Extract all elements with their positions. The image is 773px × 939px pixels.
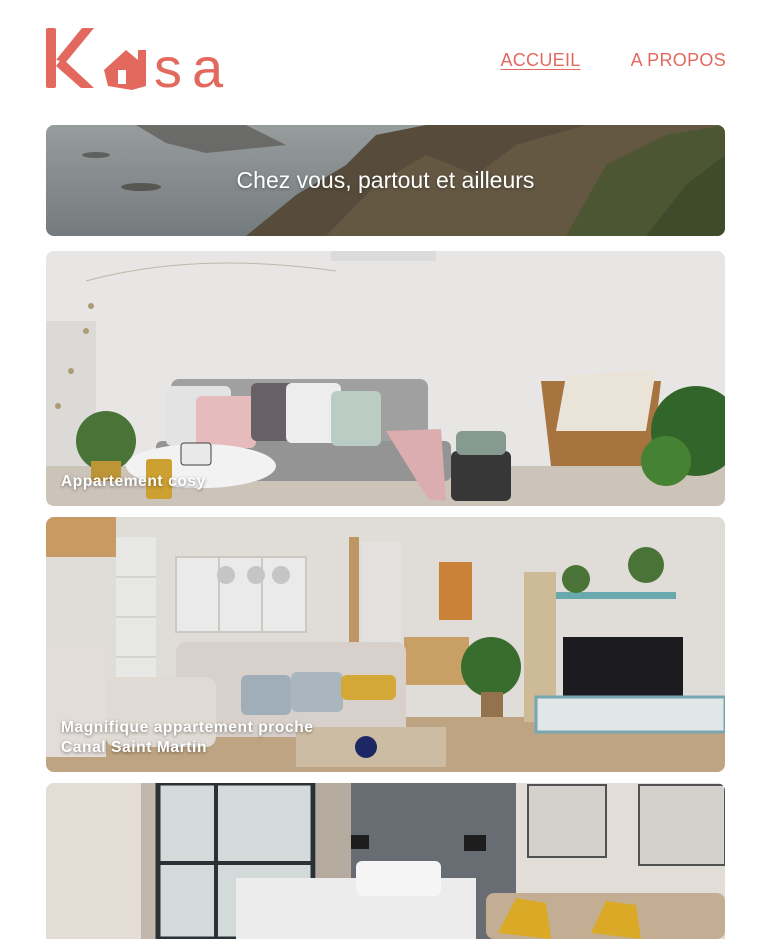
banner-title: Chez vous, partout et ailleurs (236, 167, 535, 193)
svg-text:s: s (154, 36, 182, 92)
listing-card[interactable]: Magnifique appartement proche Canal Sain… (46, 517, 725, 772)
listing-title: Appartement cosy (61, 473, 206, 490)
listing-card[interactable]: Appartement cosy (46, 251, 725, 506)
main-nav: ACCUEIL A PROPOS (500, 50, 726, 71)
bedroom-image (46, 783, 725, 939)
site-header: s a ACCUEIL A PROPOS (46, 20, 726, 100)
kasa-logo-icon: s a (46, 28, 224, 99)
listing-card[interactable] (46, 783, 725, 939)
svg-text:a: a (192, 36, 224, 92)
listing-title: Magnifique appartement proche Canal Sain… (61, 719, 314, 756)
nav-link-a-propos[interactable]: A PROPOS (631, 50, 726, 71)
nav-link-accueil[interactable]: ACCUEIL (500, 50, 580, 71)
living-room-image (46, 251, 725, 506)
hero-banner: Chez vous, partout et ailleurs (46, 125, 725, 236)
kasa-logo[interactable]: s a (46, 20, 246, 99)
